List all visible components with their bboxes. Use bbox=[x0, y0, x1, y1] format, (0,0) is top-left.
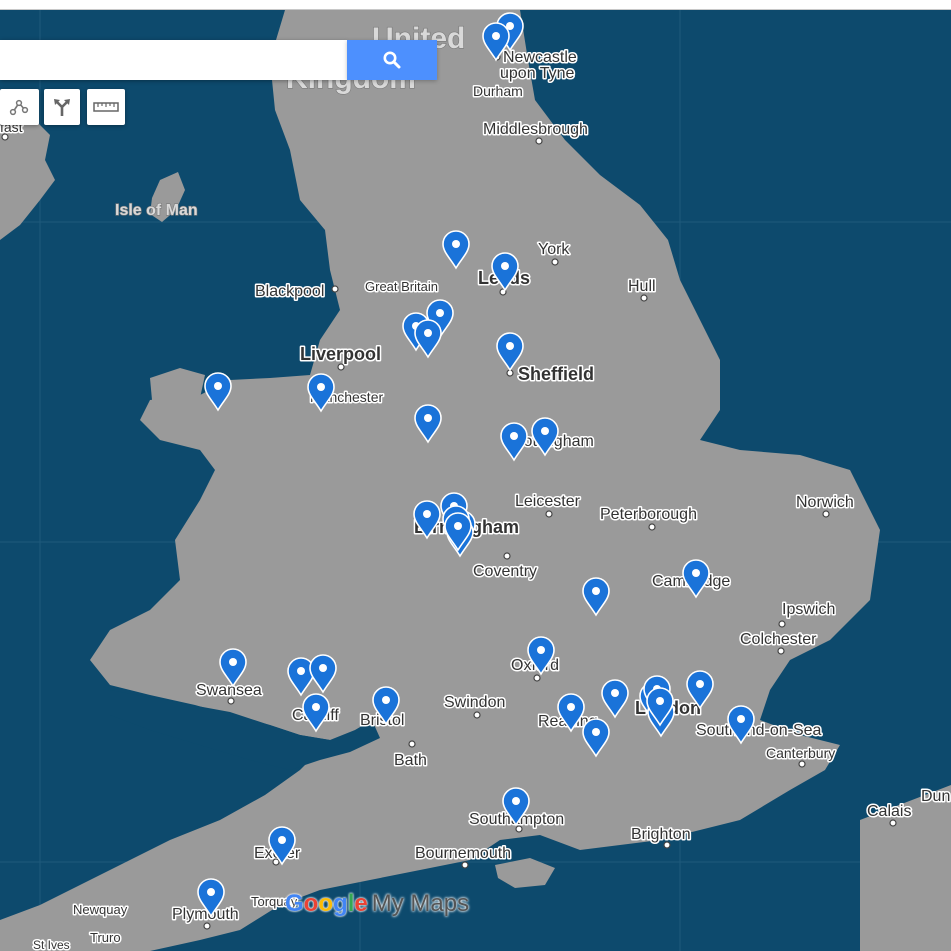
directions-button[interactable] bbox=[44, 89, 80, 125]
label-swindon: Swindon bbox=[444, 694, 505, 711]
label-peterborough: Peterborough bbox=[600, 506, 697, 523]
land-great-britain bbox=[0, 10, 880, 951]
label-isle-of-man: Isle of Man bbox=[115, 202, 198, 219]
label-canterbury: Canterbury bbox=[766, 745, 835, 761]
label-york: York bbox=[538, 241, 570, 258]
label-newcastle-2: upon Tyne bbox=[500, 65, 575, 82]
search-input[interactable] bbox=[0, 40, 347, 80]
label-colchester: Colchester bbox=[740, 631, 817, 648]
label-sheffield: Sheffield bbox=[518, 364, 594, 384]
label-leicester: Leicester bbox=[515, 493, 581, 510]
top-border bbox=[0, 0, 951, 10]
search-icon bbox=[383, 51, 401, 69]
label-brighton: Brighton bbox=[631, 826, 691, 843]
label-calais: Calais bbox=[867, 803, 911, 820]
label-middlesbrough: Middlesbrough bbox=[483, 121, 588, 138]
label-bath: Bath bbox=[394, 752, 427, 769]
label-hull: Hull bbox=[628, 278, 656, 295]
label-truro: Truro bbox=[90, 930, 121, 945]
label-coventry: Coventry bbox=[473, 563, 537, 580]
label-blackpool: Blackpool bbox=[255, 283, 324, 300]
google-my-maps-logo: Go o g l e My Maps bbox=[285, 890, 470, 917]
ruler-icon bbox=[93, 102, 119, 112]
draw-line-button[interactable] bbox=[0, 89, 39, 125]
polyline-icon bbox=[9, 99, 28, 116]
label-newquay: Newquay bbox=[73, 902, 128, 917]
measure-button[interactable] bbox=[87, 89, 125, 125]
label-bournemouth: Bournemouth bbox=[415, 845, 511, 862]
label-norwich: Norwich bbox=[796, 494, 854, 511]
label-newcastle-1: Newcastle bbox=[503, 49, 577, 66]
route-icon bbox=[54, 99, 70, 116]
label-st-ives: St Ives bbox=[33, 938, 70, 951]
label-swansea: Swansea bbox=[196, 682, 262, 699]
label-ipswich: Ipswich bbox=[782, 601, 835, 618]
map-canvas[interactable]: United Kingdom Newcastle upon Tyne Durha… bbox=[0, 0, 951, 951]
label-liverpool: Liverpool bbox=[300, 344, 381, 364]
label-great-britain: Great Britain bbox=[365, 279, 438, 294]
label-dunkirk: Dun bbox=[921, 788, 950, 805]
label-southend: Southend-on-Sea bbox=[696, 722, 822, 739]
search-button[interactable] bbox=[347, 40, 437, 80]
label-durham: Durham bbox=[473, 83, 523, 99]
